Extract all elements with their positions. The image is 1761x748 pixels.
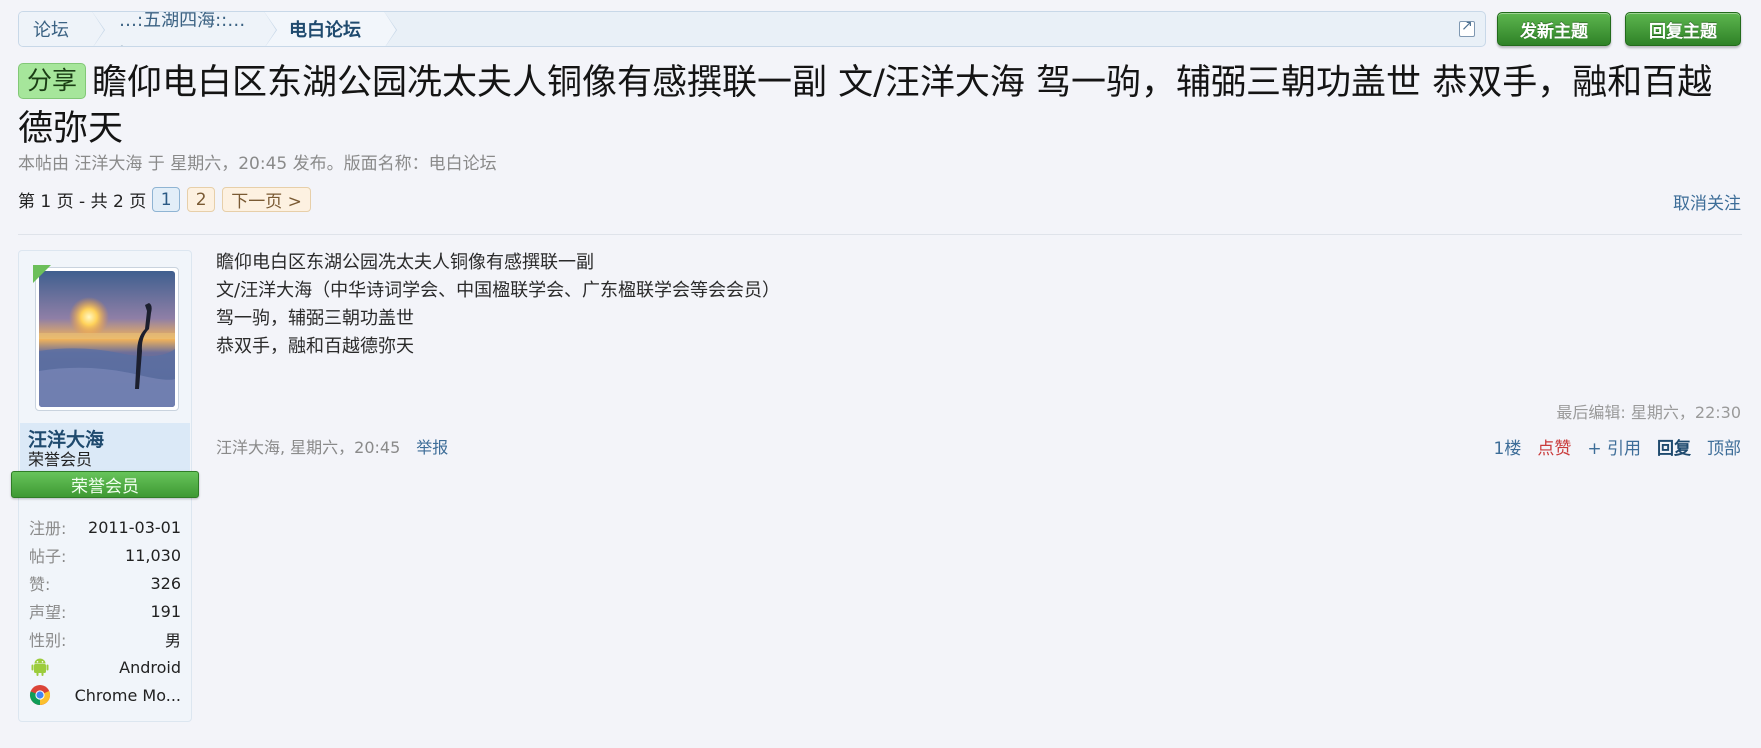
stat-row-likes: 赞: 326: [29, 569, 181, 597]
os-name: Android: [119, 657, 181, 677]
post-floor-link[interactable]: 1楼: [1494, 434, 1522, 459]
post-actions: 1楼 点赞 + 引用 回复 顶部: [1494, 434, 1741, 459]
post-author-time[interactable]: 汪洋大海, 星期六，20:45: [216, 434, 400, 458]
divider: [18, 234, 1742, 235]
stat-label: 性别:: [29, 631, 67, 650]
user-rank-ribbon: 荣誉会员: [11, 471, 199, 498]
avatar-image: [39, 271, 175, 407]
user-title: 荣誉会员: [28, 450, 93, 469]
next-page-button[interactable]: 下一页 >: [222, 187, 311, 212]
breadcrumb-category[interactable]: …:五湖四海::… .: [91, 12, 277, 46]
like-button[interactable]: 点赞: [1537, 434, 1571, 459]
user-stats: 注册: 2011-03-01 帖子: 11,030 赞: 326 声望: 191…: [29, 513, 181, 709]
stat-value[interactable]: 11,030: [125, 546, 181, 565]
post-content: 瞻仰电白区东湖公园冼太夫人铜像有感撰联一副 文/汪洋大海（中华诗词学会、中国楹联…: [216, 249, 1416, 361]
jump-to-icon[interactable]: [1459, 18, 1475, 37]
breadcrumb: 论坛 …:五湖四海::… . 电白论坛: [18, 11, 1486, 47]
unwatch-thread-link[interactable]: 取消关注: [1673, 189, 1741, 214]
post-line: 瞻仰电白区东湖公园冼太夫人铜像有感撰联一副: [216, 252, 594, 273]
post-line: 文/汪洋大海（中华诗词学会、中国楹联学会、广东楹联学会等会会员）: [216, 280, 781, 301]
page-nav: 第 1 页 - 共 2 页 1 2 下一页 >: [18, 187, 318, 212]
stat-value: 男: [164, 631, 181, 650]
stat-value: 191: [150, 601, 181, 621]
stat-row-browser: Chrome Mo...: [29, 681, 181, 709]
chrome-icon: [29, 684, 51, 706]
user-name-box: 汪洋大海 荣誉会员: [20, 423, 190, 473]
stat-row-register: 注册: 2011-03-01: [29, 513, 181, 541]
thread-prefix-badge[interactable]: 分享: [18, 63, 87, 99]
stat-row-gender: 性别: 男: [29, 625, 181, 653]
reply-button[interactable]: 回复: [1657, 434, 1691, 459]
username-link[interactable]: 汪洋大海: [28, 429, 182, 451]
stat-label: 帖子:: [29, 547, 67, 566]
stat-row-os: Android: [29, 653, 181, 681]
browser-name: Chrome Mo...: [74, 685, 181, 705]
new-thread-button[interactable]: 发新主题: [1497, 12, 1611, 46]
thread-title-block: 分享 瞻仰电白区东湖公园冼太夫人铜像有感撰联一副 文/汪洋大海 驾一驹，辅弼三朝功…: [18, 60, 1743, 152]
page-count: 第 1 页 - 共 2 页: [18, 192, 147, 212]
stat-value: 2011-03-01: [88, 517, 181, 537]
back-to-top-link[interactable]: 顶部: [1707, 434, 1741, 459]
report-link[interactable]: 举报: [416, 434, 448, 458]
breadcrumb-forum-home[interactable]: 论坛: [19, 12, 105, 46]
last-edited-info: 最后编辑: 星期六，22:30: [1556, 403, 1741, 422]
stat-row-posts: 帖子: 11,030: [29, 541, 181, 569]
reply-thread-button[interactable]: 回复主题: [1625, 12, 1741, 46]
post-footer-info: 汪洋大海, 星期六，20:45 举报: [216, 434, 448, 458]
thread-meta: 本帖由 汪洋大海 于 星期六，20:45 发布。版面名称：电白论坛: [18, 154, 497, 174]
stat-row-reputation: 声望: 191: [29, 597, 181, 625]
stat-label: 赞:: [29, 575, 51, 594]
post-line: 恭双手，融和百越德弥天: [216, 336, 414, 357]
page-link-2[interactable]: 2: [187, 187, 216, 212]
stat-value: 326: [150, 573, 181, 593]
post-line: 驾一驹，辅弼三朝功盖世: [216, 308, 414, 329]
page-link-1[interactable]: 1: [152, 187, 181, 212]
avatar[interactable]: [35, 267, 179, 411]
stat-label: 注册:: [29, 519, 67, 538]
stat-label: 声望:: [29, 603, 67, 622]
online-indicator: [33, 265, 51, 283]
user-info-panel: 汪洋大海 荣誉会员 荣誉会员 注册: 2011-03-01 帖子: 11,030…: [11, 250, 199, 722]
thread-title: 瞻仰电白区东湖公园冼太夫人铜像有感撰联一副 文/汪洋大海 驾一驹，辅弼三朝功盖世…: [18, 63, 1713, 149]
breadcrumb-current-forum[interactable]: 电白论坛: [263, 12, 397, 46]
quote-button[interactable]: + 引用: [1587, 434, 1641, 459]
android-icon: [29, 656, 51, 678]
